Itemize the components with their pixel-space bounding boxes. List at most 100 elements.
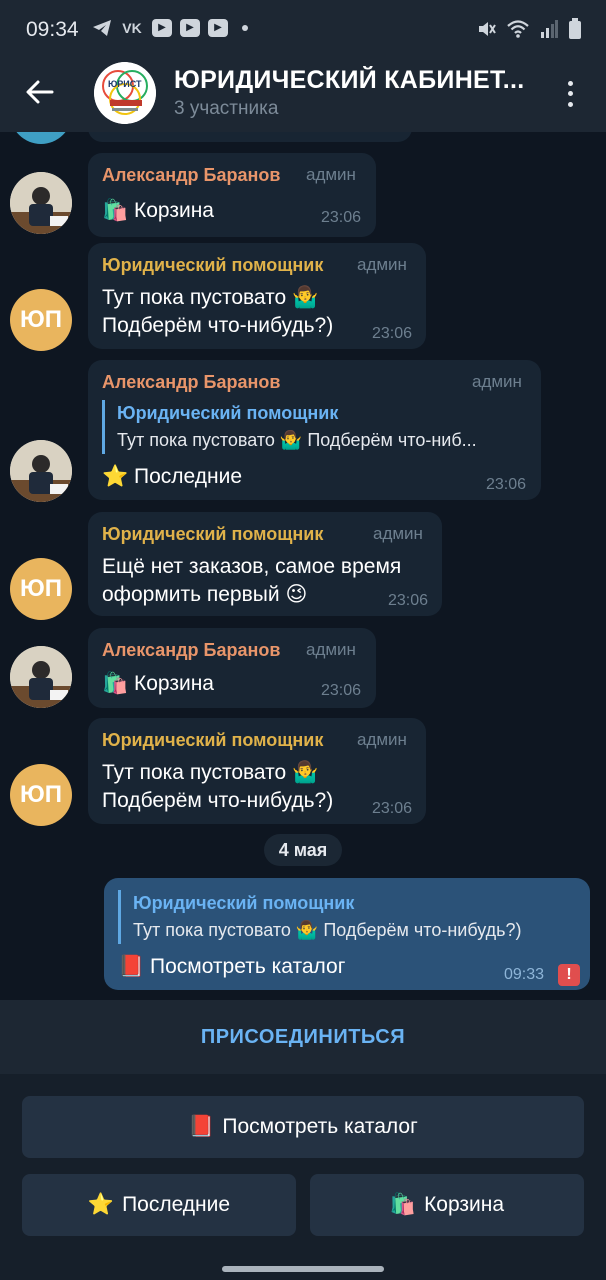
message-bubble[interactable]: Александр Баранов админ 🛍️ Корзина 23:06 [88,628,376,708]
message-time: 23:06 [486,476,527,493]
shrug-icon: 🤷‍♂️ [292,761,319,784]
date-divider: 4 мая [264,834,342,866]
message-bubble-with-reply[interactable]: Александр Баранов админ Юридический помо… [88,360,541,500]
group-avatar[interactable]: ЮРИСТ [94,62,156,124]
message-text: 🛍️ Корзина [102,669,214,698]
message-text-line: Ещё нет заказов, самое время [102,555,402,578]
reply-quote[interactable]: Юридический помощник Тут пока пустовато … [118,890,522,944]
back-button[interactable] [20,72,60,112]
message-text-content: оформить первый [102,583,280,606]
star-icon: ⭐ [87,1193,115,1216]
shrug-icon: 🤷‍♂️ [292,286,319,309]
catalog-button-label: Посмотреть каталог [222,1115,418,1138]
cart-button-label: Корзина [424,1193,505,1216]
own-message-bubble[interactable]: Юридический помощник Тут пока пустовато … [104,878,590,990]
message-role: админ [472,372,522,391]
shrug-icon: 🤷‍♂️ [295,920,319,940]
signal-icon [541,20,558,38]
message-bubble[interactable]: Юридический помощник админ Тут пока пуст… [88,243,426,349]
vk-icon: VK [122,20,142,36]
message-text-line: Тут пока пустовато 🤷‍♂️ [102,758,318,787]
red-book-icon: 📕 [118,955,145,978]
avatar-initials: ЮП [20,575,62,602]
reply-text-part: Подберём что-ниб... [307,430,477,450]
chat-messages-area[interactable]: Александр Баранов админ 🛍️ Корзина 23:06… [0,132,606,1000]
reply-author: Юридический помощник [117,403,339,423]
arrow-left-icon [26,80,54,104]
message-text: 📕 Посмотреть каталог [118,952,345,981]
message-text: 🛍️ Корзина [102,196,214,225]
telegram-icon [93,20,111,36]
message-text-line: оформить первый 😉 [102,580,307,609]
youtube-icon: ▶ [180,19,200,37]
shrug-icon: 🤷‍♂️ [279,430,303,450]
message-time: 09:33 [504,966,545,983]
message-text-content: Корзина [134,199,214,222]
message-text-content: Корзина [134,672,214,695]
status-bar: 09:34 VK ▶ ▶ ▶ [0,0,606,56]
star-icon: ⭐ [102,465,129,488]
status-time: 09:34 [26,18,79,41]
message-bubble[interactable]: Юридический помощник админ Тут пока пуст… [88,718,426,824]
avatar-clipped[interactable] [10,132,72,144]
message-text-line: Тут пока пустовато 🤷‍♂️ [102,283,318,312]
reply-quote[interactable]: Юридический помощник Тут пока пустовато … [102,400,477,454]
reply-text: Тут пока пустовато 🤷‍♂️ Подберём что-ниб… [133,916,522,944]
avatar-initials: ЮП [20,306,62,333]
kebab-dot-icon [567,91,573,97]
message-bubble-clipped[interactable] [88,132,412,142]
members-count[interactable]: 3 участника [174,98,278,120]
home-indicator[interactable] [222,1266,384,1272]
reply-text-part: Тут пока пустовато [133,920,291,940]
message-author[interactable]: Александр Баранов [102,640,280,661]
recent-button[interactable]: ⭐ Последние [22,1174,296,1236]
message-bubble[interactable]: Александр Баранов админ 🛍️ Корзина 23:06 [88,153,376,237]
message-author[interactable]: Юридический помощник [102,255,323,276]
notification-icons: VK ▶ ▶ ▶ [92,19,248,37]
avatar-yurpomoshnik[interactable]: ЮП [10,558,72,620]
avatar-aleksandr[interactable] [10,440,72,502]
person-photo-icon [10,172,72,234]
message-text-content: Последние [134,465,243,488]
avatar-aleksandr[interactable] [10,172,72,234]
message-time: 23:06 [372,325,413,342]
message-role: админ [357,730,407,749]
avatar-initials: ЮП [20,781,62,808]
message-bubble[interactable]: Юридический помощник админ Ещё нет заказ… [88,512,442,616]
group-avatar-label: ЮРИСТ [108,79,142,89]
red-book-icon: 📕 [188,1115,215,1138]
system-icons [476,18,582,40]
join-button[interactable]: ПРИСОЕДИНИТЬСЯ [0,1000,606,1074]
person-photo-icon [10,440,72,502]
wink-icon: 😉 [285,583,308,606]
message-text-content: Тут пока пустовато [102,761,287,784]
message-text-line: Подберём что-нибудь?) [102,314,334,337]
catalog-button[interactable]: 📕 Посмотреть каталог [22,1096,584,1158]
shopping-bags-icon: 🛍️ [102,672,129,695]
message-author[interactable]: Юридический помощник [102,524,323,545]
reply-text-part: Тут пока пустовато [117,430,275,450]
message-author[interactable]: Александр Баранов [102,165,280,186]
message-author[interactable]: Юридический помощник [102,730,323,751]
shopping-bags-icon: 🛍️ [389,1193,417,1216]
person-photo-icon [10,646,72,708]
avatar-yurpomoshnik[interactable]: ЮП [10,289,72,351]
message-time: 23:06 [388,592,429,609]
mute-icon [479,22,496,36]
more-menu-button[interactable] [558,78,582,110]
avatar-yurpomoshnik[interactable]: ЮП [10,764,72,826]
shopping-bags-icon: 🛍️ [102,199,129,222]
message-text-content: Посмотреть каталог [150,955,346,978]
join-label: ПРИСОЕДИНИТЬСЯ [200,1025,406,1048]
avatar-aleksandr[interactable] [10,646,72,708]
chat-title[interactable]: ЮРИДИЧЕСКИЙ КАБИНЕТ... [174,66,534,95]
kebab-dot-icon [567,102,573,108]
cart-button[interactable]: 🛍️ Корзина [310,1174,584,1236]
send-failed-icon[interactable]: ! [558,964,580,986]
reply-text-part: Подберём что-нибудь?) [323,920,522,940]
kebab-dot-icon [567,80,573,86]
message-text-line: Подберём что-нибудь?) [102,789,334,812]
wifi-icon [507,20,529,38]
chat-header: ЮРИСТ ЮРИДИЧЕСКИЙ КАБИНЕТ... 3 участника [0,56,606,132]
message-author[interactable]: Александр Баранов [102,372,280,393]
